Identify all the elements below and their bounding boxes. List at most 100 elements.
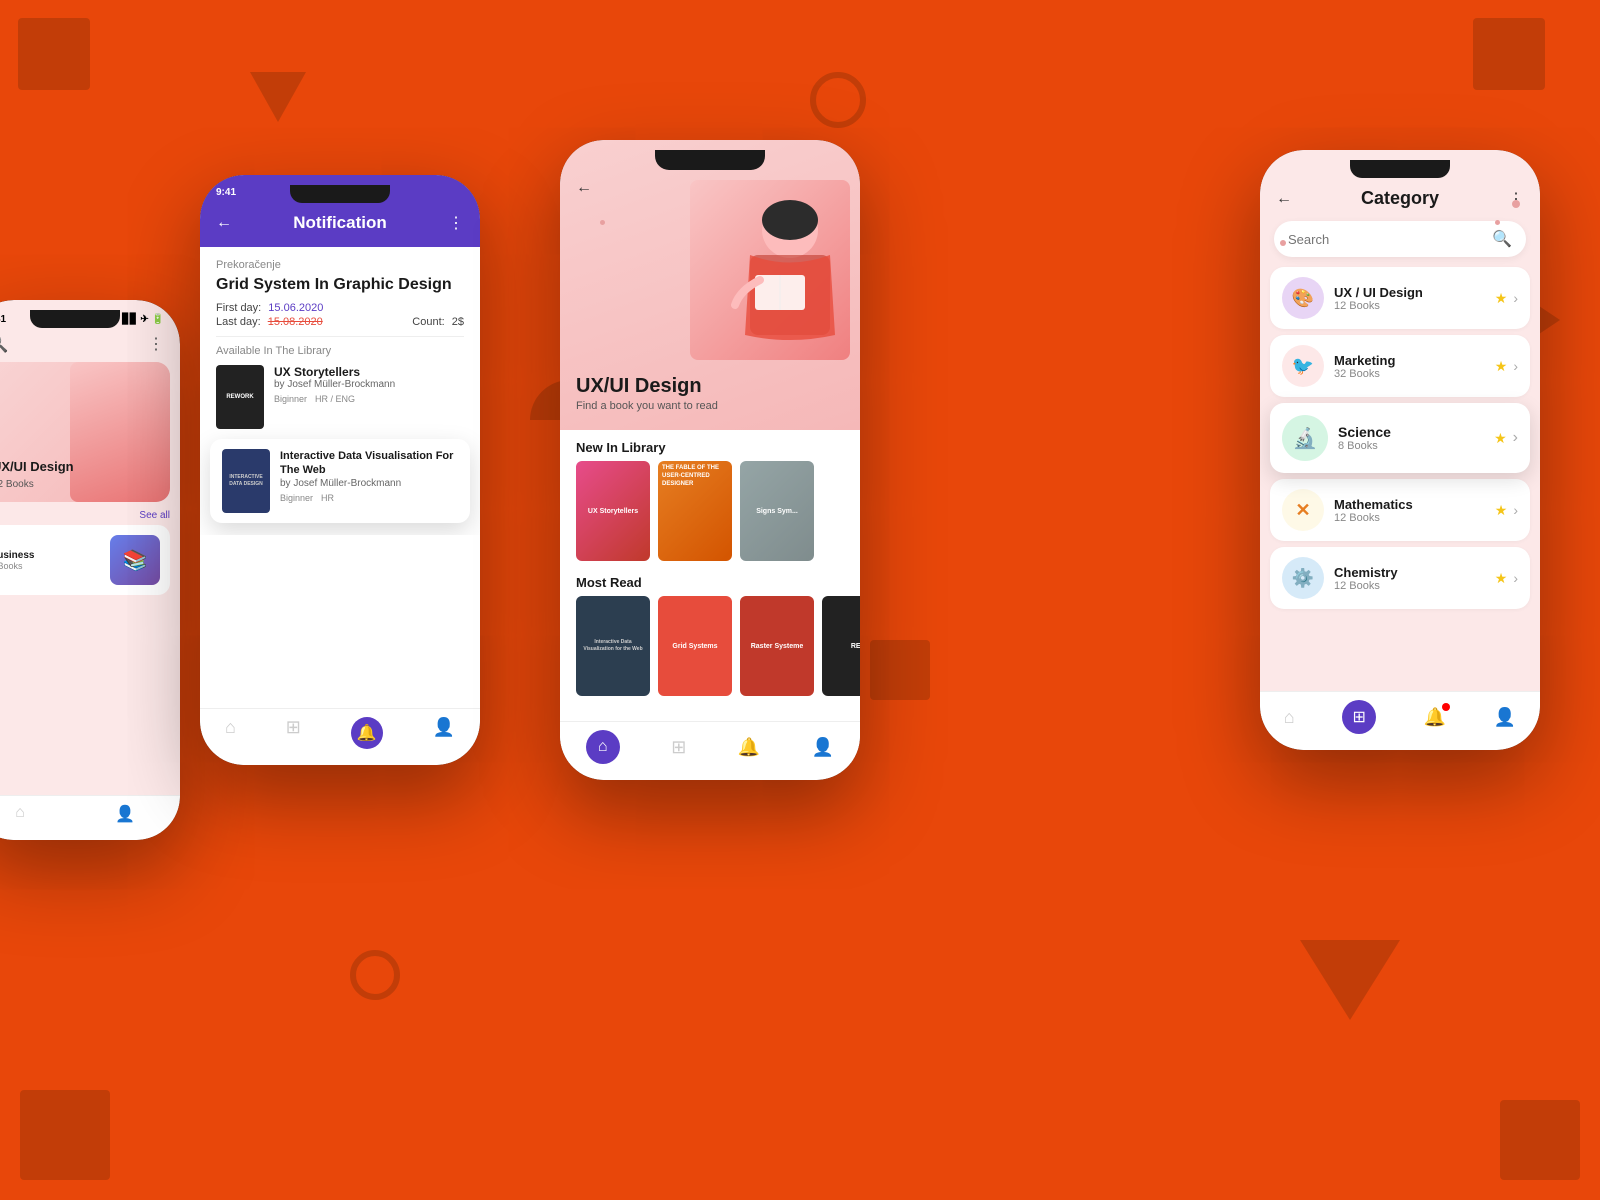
cat-count-chemistry: 12 Books — [1334, 580, 1485, 592]
phone-1: 9:41 ▊▊ ✈ 🔋 🔍 ⋮ UX/UI Design 12 Books Se… — [0, 300, 180, 840]
cat-name-science: Science — [1338, 424, 1484, 440]
phone-1-section-title: UX/UI Design — [0, 459, 74, 474]
category-item-marketing[interactable]: 🐦 Marketing 32 Books ★ › — [1270, 335, 1530, 397]
deco-rect-topright — [1473, 18, 1545, 90]
star-math[interactable]: ★ — [1495, 502, 1508, 519]
phone-1-status-icons: ▊▊ ✈ 🔋 — [122, 314, 164, 325]
phone-2-label: Prekoračenje — [216, 259, 464, 271]
phone-4-nav-bell[interactable]: 🔔 — [1424, 707, 1446, 728]
phone-2-nav-user[interactable]: 👤 — [433, 717, 455, 749]
phone-2-more-icon[interactable]: ⋮ — [448, 213, 464, 233]
phone-3-hero-title: UX/UI Design — [576, 375, 718, 398]
book-1-cover: REWORK — [216, 365, 264, 429]
deco-triangle-bottom — [1300, 940, 1400, 1020]
phone-1-nav-user[interactable]: 👤 — [115, 804, 135, 824]
star-science[interactable]: ★ — [1494, 430, 1507, 447]
book-2-author: by Josef Müller-Brockmann — [280, 478, 458, 489]
search-icon[interactable]: 🔍 — [1492, 229, 1512, 249]
book-2-cover: INTERACTIVE DATA DESIGN — [222, 449, 270, 513]
phone-1-section-sub: 12 Books — [0, 479, 34, 490]
book-1-lang: HR / ENG — [315, 394, 355, 404]
phone-4-notch — [1350, 160, 1450, 178]
book-most-4: REW — [822, 596, 860, 696]
cat-count-marketing: 32 Books — [1334, 368, 1485, 380]
category-item-ux[interactable]: 🎨 UX / UI Design 12 Books ★ › — [1270, 267, 1530, 329]
book-2-lang: HR — [321, 493, 334, 503]
phone-1-notch — [30, 310, 120, 328]
phone-4-back-icon[interactable]: ← — [1276, 190, 1292, 208]
book-1-author: by Josef Müller-Brockmann — [274, 379, 395, 390]
phone-3-notch — [655, 150, 765, 170]
phone-4-nav-grid[interactable]: ⊞ — [1342, 700, 1376, 734]
phone-3-most-label: Most Read — [560, 571, 860, 596]
star-marketing[interactable]: ★ — [1495, 358, 1508, 375]
category-item-chemistry[interactable]: ⚙️ Chemistry 12 Books ★ › — [1270, 547, 1530, 609]
phone-4-header-title: Category — [1292, 188, 1508, 209]
category-item-science[interactable]: 🔬 Science 8 Books ★ › — [1270, 403, 1530, 473]
cat-icon-ux: 🎨 — [1282, 277, 1324, 319]
deco-rect-bottomright — [1500, 1100, 1580, 1180]
phone-2-first-day-label: First day: — [216, 302, 261, 314]
book-most-3: Raster Systeme — [740, 596, 814, 696]
phone-2-nav-bell[interactable]: 🔔 — [351, 717, 383, 749]
cat-name-ux: UX / UI Design — [1334, 285, 1485, 300]
phone-3-nav-grid[interactable]: ⊞ — [671, 737, 686, 758]
phone-3-back-icon[interactable]: ← — [576, 179, 592, 197]
cat-count-ux: 12 Books — [1334, 300, 1485, 312]
phone-1-search-icon[interactable]: 🔍 — [0, 333, 8, 354]
star-ux[interactable]: ★ — [1495, 290, 1508, 307]
book-most-2: Grid Systems — [658, 596, 732, 696]
phone-3-hero-subtitle: Find a book you want to read — [576, 400, 718, 412]
phone-4: ← Category ⋮ 9:41 🔍 🎨 UX / UI Design 12 … — [1260, 150, 1540, 750]
phone-3-nav-home[interactable]: ⌂ — [586, 730, 620, 764]
chevron-chemistry[interactable]: › — [1513, 570, 1518, 586]
deco-rect-bottomleft — [20, 1090, 110, 1180]
phone-4-nav-user[interactable]: 👤 — [1494, 707, 1516, 728]
phone-3: ← ⋮ 9:41 — [560, 140, 860, 780]
cat-icon-math: ✕ — [1282, 489, 1324, 531]
phone-3-nav-user[interactable]: 👤 — [812, 737, 834, 758]
book-2-level: Biginner — [280, 493, 313, 503]
phone-2-header-title: Notification — [232, 213, 448, 233]
phone-3-nav-bell[interactable]: 🔔 — [738, 737, 760, 758]
search-input[interactable] — [1288, 232, 1484, 247]
deco-rect-topleft — [18, 18, 90, 90]
chevron-math[interactable]: › — [1513, 502, 1518, 518]
deco-triangle — [250, 72, 306, 122]
phone-4-nav-home[interactable]: ⌂ — [1284, 707, 1295, 728]
star-chemistry[interactable]: ★ — [1495, 570, 1508, 587]
phone-2-last-day-value: 15.08.2020 — [268, 316, 323, 328]
deco-rect-mid-right — [870, 640, 930, 700]
cat-icon-marketing: 🐦 — [1282, 345, 1324, 387]
phone-2-notch — [290, 185, 390, 203]
book-most-1: Interactive Data Visualization for the W… — [576, 596, 650, 696]
see-all-button[interactable]: See all — [139, 510, 170, 521]
book-new-2: THE FABLE OF THE USER-CENTRED DESIGNER — [658, 461, 732, 561]
phone-1-nav-home[interactable]: ⌂ — [15, 804, 25, 824]
deco-circle-bottom-left — [350, 950, 400, 1000]
cat-name-chemistry: Chemistry — [1334, 565, 1485, 580]
cat-count-math: 12 Books — [1334, 512, 1485, 524]
book-new-1: UX Storytellers — [576, 461, 650, 561]
phone-3-new-label: New In Library — [560, 430, 860, 461]
book-2-title: Interactive Data Visualisation For The W… — [280, 449, 458, 478]
phone-2: ← Notification ⋮ 9:41 Prekoračenje Grid … — [200, 175, 480, 765]
chevron-ux[interactable]: › — [1513, 290, 1518, 306]
phone-1-card2-title: Business — [0, 550, 34, 561]
phone-2-count-label: Count: — [412, 316, 444, 328]
phone-2-nav-grid[interactable]: ⊞ — [286, 717, 301, 749]
category-item-math[interactable]: ✕ Mathematics 12 Books ★ › — [1270, 479, 1530, 541]
cat-icon-science: 🔬 — [1282, 415, 1328, 461]
cat-name-marketing: Marketing — [1334, 353, 1485, 368]
phone-2-last-day-label: Last day: — [216, 316, 261, 328]
book-1-level: Biginner — [274, 394, 307, 404]
phone-2-count-value: 2$ — [452, 316, 464, 328]
chevron-marketing[interactable]: › — [1513, 358, 1518, 374]
cat-name-math: Mathematics — [1334, 497, 1485, 512]
phone-2-back-icon[interactable]: ← — [216, 214, 232, 232]
phone-2-nav-home[interactable]: ⌂ — [225, 717, 236, 749]
phone-2-available-label: Available In The Library — [216, 345, 464, 357]
phone-1-menu-icon[interactable]: ⋮ — [148, 334, 164, 354]
cat-count-science: 8 Books — [1338, 440, 1484, 452]
chevron-science[interactable]: › — [1513, 429, 1518, 447]
